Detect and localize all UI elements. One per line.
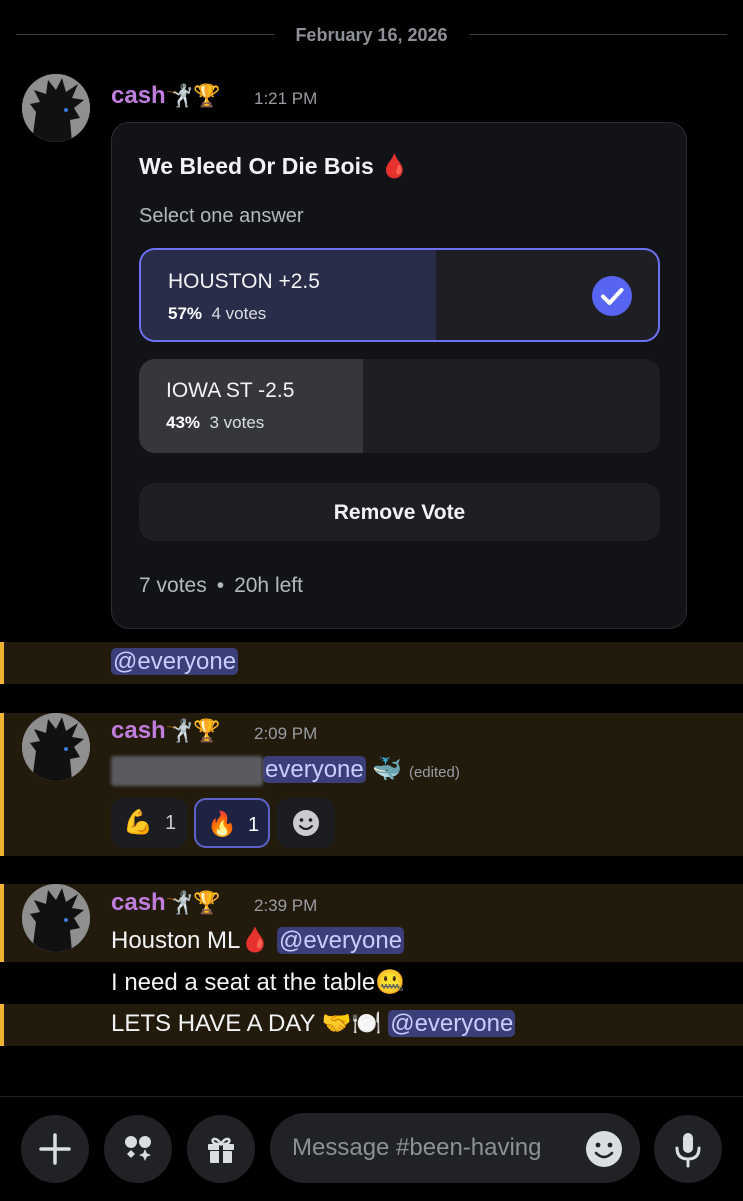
edited-label: (edited) xyxy=(408,764,460,781)
apps-icon xyxy=(125,1136,151,1161)
mention-highlight-bar xyxy=(0,713,4,856)
mention-everyone[interactable]: @everyone xyxy=(276,927,405,954)
plus-icon xyxy=(39,1133,71,1165)
timestamp: 2:39 PM xyxy=(254,896,318,915)
blood-drop-emoji: 🩸 xyxy=(240,927,271,954)
poll-footer: 7 votes • 20h left xyxy=(139,574,303,597)
timestamp: 1:21 PM xyxy=(254,89,318,108)
mention-everyone[interactable]: @everyone xyxy=(111,648,239,675)
poll-card: We Bleed Or Die Bois 🩸 Select one answer… xyxy=(111,122,687,629)
username[interactable]: cash🤺🏆 xyxy=(111,889,221,917)
poll-option-stats: 43% 3 votes xyxy=(166,413,265,432)
avatar[interactable] xyxy=(22,884,90,952)
mention-everyone[interactable]: @everyone xyxy=(388,1010,516,1037)
redacted-text xyxy=(111,755,263,786)
add-reaction-button[interactable] xyxy=(277,798,335,848)
reaction-count: 1 xyxy=(248,814,260,836)
message-content: everyone 🐳 (edited) xyxy=(111,755,460,786)
emoji-button[interactable] xyxy=(584,1129,624,1169)
message-line: I need a seat at the table🤐 xyxy=(111,969,406,996)
poll-option-houston[interactable]: HOUSTON +2.5 57% 4 votes xyxy=(139,248,660,342)
poll-time-left: 20h left xyxy=(234,574,303,597)
user-badge-emojis: 🤺🏆 xyxy=(165,718,221,743)
mention-highlight-bar xyxy=(0,642,4,684)
poll-question: We Bleed Or Die Bois 🩸 xyxy=(139,153,409,179)
smiley-icon xyxy=(293,810,319,836)
add-attachment-button[interactable] xyxy=(21,1115,89,1183)
mention-highlight-bar xyxy=(0,1004,4,1046)
timestamp: 2:09 PM xyxy=(254,724,318,743)
remove-vote-button[interactable]: Remove Vote xyxy=(139,483,660,541)
message-row-mention: @everyone xyxy=(0,642,743,684)
date-divider: February 16, 2026 xyxy=(0,18,743,52)
poll-option-fill xyxy=(141,250,436,340)
handshake-plate-emoji: 🤝🍽️ xyxy=(321,1010,382,1037)
username[interactable]: cash🤺🏆 xyxy=(111,82,221,110)
blood-drop-emoji: 🩸 xyxy=(380,153,409,179)
mention-highlight-bar xyxy=(0,884,4,962)
message-line: Houston ML🩸 @everyone xyxy=(111,927,405,954)
mention-everyone[interactable]: everyone xyxy=(263,756,366,783)
username[interactable]: cash🤺🏆 xyxy=(111,717,221,745)
reaction-flexed-biceps[interactable]: 💪 1 xyxy=(111,798,187,848)
whale-emoji: 🐳 xyxy=(372,756,403,783)
poll-option-label: IOWA ST -2.5 xyxy=(166,379,295,402)
zipper-mouth-emoji: 🤐 xyxy=(375,969,406,996)
smiley-icon xyxy=(586,1131,622,1167)
microphone-icon xyxy=(675,1133,701,1168)
avatar[interactable] xyxy=(22,713,90,781)
poll-option-fill xyxy=(139,359,364,453)
poll-total-votes: 7 votes xyxy=(139,574,207,597)
user-badge-emojis: 🤺🏆 xyxy=(165,890,221,915)
poll-instruction: Select one answer xyxy=(139,205,304,227)
voice-message-button[interactable] xyxy=(654,1115,722,1183)
apps-button[interactable] xyxy=(104,1115,172,1183)
check-icon xyxy=(592,276,632,316)
poll-option-iowa-st[interactable]: IOWA ST -2.5 43% 3 votes xyxy=(139,359,660,453)
reaction-count: 1 xyxy=(165,812,177,834)
gift-button[interactable] xyxy=(187,1115,255,1183)
date-label: February 16, 2026 xyxy=(281,25,462,45)
poll-option-stats: 57% 4 votes xyxy=(168,304,267,323)
composer-bar xyxy=(0,1096,743,1201)
user-badge-emojis: 🤺🏆 xyxy=(165,83,221,108)
reaction-fire[interactable]: 🔥 1 xyxy=(194,798,270,848)
poll-option-label: HOUSTON +2.5 xyxy=(168,270,320,293)
gift-icon xyxy=(208,1137,234,1163)
avatar[interactable] xyxy=(22,74,90,142)
message-line: LETS HAVE A DAY 🤝🍽️ @everyone xyxy=(111,1010,516,1037)
